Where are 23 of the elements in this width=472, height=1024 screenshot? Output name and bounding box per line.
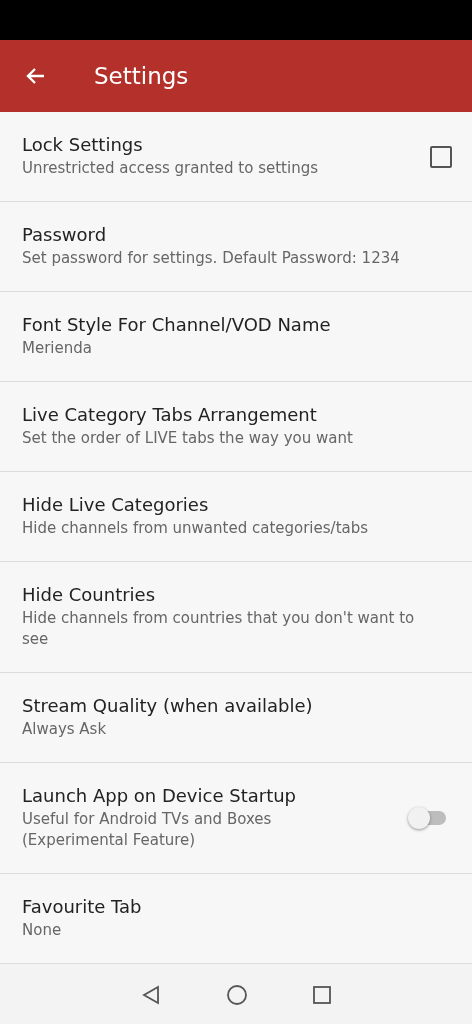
setting-title[interactable]: Lock Settings (22, 134, 430, 155)
setting-subtitle: Merienda (22, 338, 93, 359)
recents-nav-button[interactable] (312, 985, 332, 1005)
screen-title: Settings (94, 63, 189, 89)
setting-title[interactable]: Stream Quality (when available) (22, 695, 450, 716)
setting-title[interactable]: Hide Live Categories (22, 494, 450, 515)
back-nav-button[interactable] (140, 984, 162, 1006)
setting-subtitle: Useful for Android TVs and Boxes (Experimental Feature) (22, 809, 273, 851)
setting-subtitle: None (22, 920, 63, 941)
setting-subtitle: Hide channels from unwanted categories/tabs (22, 518, 370, 539)
setting-subtitle: Hide channels from countries that you don't want to see (22, 608, 416, 650)
setting-subtitle: Set the order of LIVE tabs the way you want (22, 428, 354, 449)
setting-subtitle: Set password for settings. Default Password: 1234 (22, 248, 401, 269)
setting-subtitle: Unrestricted access granted to settings (22, 158, 319, 179)
setting-title[interactable]: Favourite Tab (22, 896, 450, 917)
setting-title[interactable]: Launch App on Device Startup (22, 785, 312, 806)
setting-subtitle: Always Ask (22, 719, 108, 740)
checkbox[interactable] (430, 145, 452, 168)
setting-title[interactable]: Live Category Tabs Arrangement (22, 404, 450, 425)
home-nav-button[interactable] (226, 984, 248, 1006)
setting-title[interactable]: Hide Countries (22, 584, 430, 605)
setting-title[interactable]: Font Style For Channel/VOD Name (22, 314, 450, 335)
setting-title[interactable]: Password (22, 224, 450, 245)
